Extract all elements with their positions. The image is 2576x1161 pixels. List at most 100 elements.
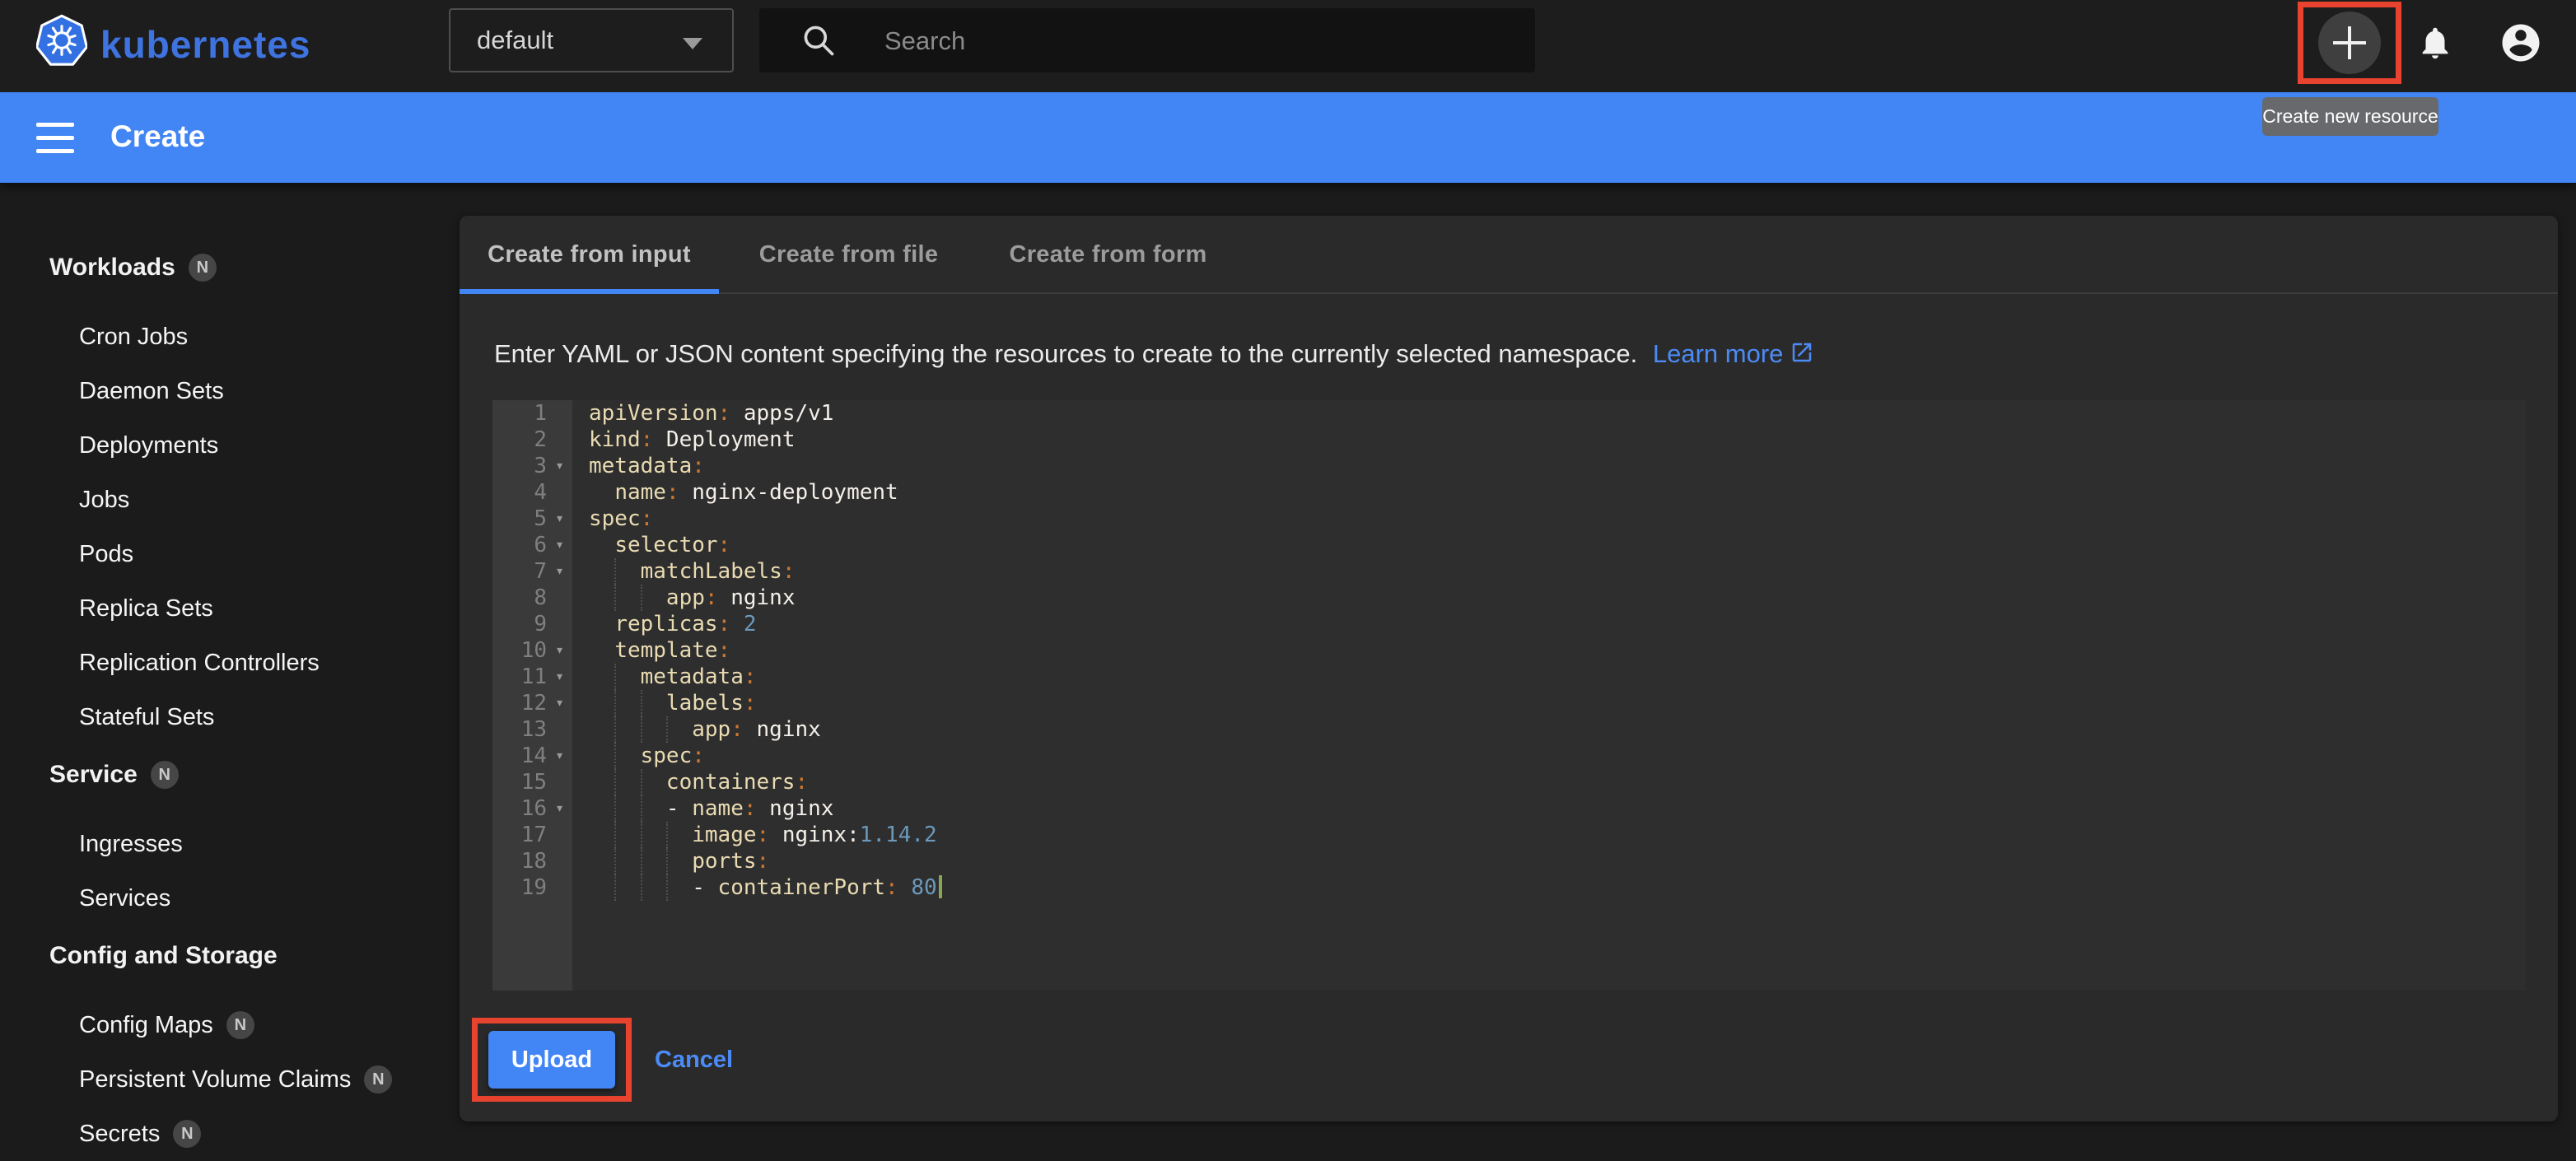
yaml-editor[interactable]: 1apiVersion: apps/v12kind: Deployment3▾m… bbox=[492, 400, 2526, 991]
upload-button[interactable]: Upload bbox=[488, 1031, 615, 1089]
token-key: spec bbox=[641, 744, 693, 768]
token-key: name bbox=[692, 796, 744, 821]
token-plain: nginx bbox=[718, 585, 796, 610]
token-colon: : bbox=[757, 849, 770, 874]
token-plain: - bbox=[692, 875, 717, 900]
cancel-button[interactable]: Cancel bbox=[655, 1047, 733, 1074]
sidebar-item-deployments[interactable]: Deployments bbox=[0, 418, 460, 473]
sidebar-item-label: Ingresses bbox=[79, 831, 183, 858]
account-circle-icon[interactable] bbox=[2499, 21, 2543, 65]
notifications-bell-icon[interactable] bbox=[2416, 24, 2454, 62]
sidebar-item-cron-jobs[interactable]: Cron Jobs bbox=[0, 310, 460, 364]
editor-line-19[interactable]: 19 - containerPort: 80 bbox=[492, 874, 2526, 901]
editor-line-16[interactable]: 16▾ - name: nginx bbox=[492, 795, 2526, 822]
token-key: app bbox=[666, 585, 705, 610]
token-key: image bbox=[692, 823, 756, 847]
editor-line-6[interactable]: 6▾ selector: bbox=[492, 532, 2526, 558]
sidebar-item-config-maps[interactable]: Config MapsN bbox=[0, 998, 460, 1052]
indent-guide bbox=[641, 795, 642, 822]
create-new-resource-button[interactable] bbox=[2318, 12, 2381, 74]
search-bar[interactable] bbox=[759, 8, 1535, 72]
fold-chevron-down-icon[interactable]: ▾ bbox=[547, 743, 572, 769]
namespace-selector[interactable]: default bbox=[449, 8, 734, 72]
editor-line-15[interactable]: 15 containers: bbox=[492, 769, 2526, 795]
line-number: 17 bbox=[492, 822, 547, 848]
sidebar-item-label: Cron Jobs bbox=[79, 324, 188, 351]
fold-chevron-down-icon[interactable]: ▾ bbox=[547, 506, 572, 532]
editor-line-4[interactable]: 4 name: nginx-deployment bbox=[492, 479, 2526, 506]
sidebar-item-jobs[interactable]: Jobs bbox=[0, 473, 460, 527]
editor-line-1[interactable]: 1apiVersion: apps/v1 bbox=[492, 400, 2526, 427]
sidebar-item-replication-controllers[interactable]: Replication Controllers bbox=[0, 636, 460, 690]
line-number: 19 bbox=[492, 874, 547, 901]
editor-line-13[interactable]: 13 app: nginx bbox=[492, 716, 2526, 743]
tab-create-from-input[interactable]: Create from input bbox=[460, 216, 719, 292]
sidebar-item-label: Secrets bbox=[79, 1121, 160, 1148]
token-plain: apps/v1 bbox=[730, 401, 833, 426]
editor-line-7[interactable]: 7▾ matchLabels: bbox=[492, 558, 2526, 585]
code-content: - name: nginx bbox=[572, 795, 833, 822]
tab-create-from-form[interactable]: Create from form bbox=[978, 216, 1238, 292]
indent-guide bbox=[614, 874, 616, 901]
editor-line-11[interactable]: 11▾ metadata: bbox=[492, 664, 2526, 690]
sidebar-item-replica-sets[interactable]: Replica Sets bbox=[0, 581, 460, 636]
editor-line-5[interactable]: 5▾spec: bbox=[492, 506, 2526, 532]
hamburger-menu-icon[interactable] bbox=[36, 123, 74, 153]
sidebar-item-persistent-volume-claims[interactable]: Persistent Volume ClaimsN bbox=[0, 1052, 460, 1107]
namespaced-badge: N bbox=[364, 1065, 392, 1093]
indent-guide bbox=[641, 716, 642, 743]
indent-guide bbox=[614, 558, 616, 585]
fold-chevron-down-icon[interactable]: ▾ bbox=[547, 558, 572, 585]
line-number: 1 bbox=[492, 400, 547, 427]
token-colon: : bbox=[757, 823, 770, 847]
editor-line-3[interactable]: 3▾metadata: bbox=[492, 453, 2526, 479]
fold-chevron-down-icon[interactable]: ▾ bbox=[547, 664, 572, 690]
fold-spacer bbox=[547, 611, 572, 637]
open-in-new-icon bbox=[1790, 340, 1814, 365]
token-plain: Deployment bbox=[653, 427, 795, 452]
editor-line-8[interactable]: 8 app: nginx bbox=[492, 585, 2526, 611]
token-colon: : bbox=[718, 638, 731, 663]
fold-chevron-down-icon[interactable]: ▾ bbox=[547, 690, 572, 716]
sidebar-item-daemon-sets[interactable]: Daemon Sets bbox=[0, 364, 460, 418]
editor-line-14[interactable]: 14▾ spec: bbox=[492, 743, 2526, 769]
search-input[interactable] bbox=[883, 8, 1512, 74]
sidebar-item-services[interactable]: Services bbox=[0, 871, 460, 926]
tab-create-from-file[interactable]: Create from file bbox=[719, 216, 978, 292]
indent-guide bbox=[614, 822, 616, 848]
sidebar-item-stateful-sets[interactable]: Stateful Sets bbox=[0, 690, 460, 744]
line-number: 8 bbox=[492, 585, 547, 611]
editor-line-2[interactable]: 2kind: Deployment bbox=[492, 427, 2526, 453]
fold-chevron-down-icon[interactable]: ▾ bbox=[547, 453, 572, 479]
fold-chevron-down-icon[interactable]: ▾ bbox=[547, 532, 572, 558]
learn-more-link[interactable]: Learn more bbox=[1653, 339, 1784, 368]
brand-title[interactable]: kubernetes bbox=[100, 0, 310, 92]
active-tab-indicator bbox=[460, 289, 719, 294]
sidebar-item-label: Deployments bbox=[79, 432, 218, 459]
sidebar-section-workloads[interactable]: WorkloadsN bbox=[49, 247, 460, 288]
token-colon: : bbox=[692, 454, 705, 478]
editor-line-18[interactable]: 18 ports: bbox=[492, 848, 2526, 874]
token-key: name bbox=[614, 480, 666, 505]
kubernetes-logo-icon[interactable] bbox=[36, 13, 87, 68]
editor-line-12[interactable]: 12▾ labels: bbox=[492, 690, 2526, 716]
editor-line-10[interactable]: 10▾ template: bbox=[492, 637, 2526, 664]
sidebar-nav: WorkloadsN Cron Jobs Daemon Sets Deployment… bbox=[0, 183, 460, 1149]
editor-line-17[interactable]: 17 image: nginx:1.14.2 bbox=[492, 822, 2526, 848]
sidebar-item-ingresses[interactable]: Ingresses bbox=[0, 817, 460, 871]
line-number: 6 bbox=[492, 532, 547, 558]
fold-chevron-down-icon[interactable]: ▾ bbox=[547, 795, 572, 822]
token-plain bbox=[730, 612, 744, 636]
annotation-box-create bbox=[2298, 2, 2401, 84]
editor-line-9[interactable]: 9 replicas: 2 bbox=[492, 611, 2526, 637]
sidebar-item-pods[interactable]: Pods bbox=[0, 527, 460, 581]
sidebar-section-config-and-storage[interactable]: Config and Storage bbox=[49, 935, 460, 977]
fold-chevron-down-icon[interactable]: ▾ bbox=[547, 637, 572, 664]
code-content: replicas: 2 bbox=[572, 611, 757, 637]
sidebar-section-service[interactable]: ServiceN bbox=[49, 754, 460, 795]
token-key: metadata bbox=[589, 454, 692, 478]
token-key: selector bbox=[614, 533, 717, 557]
sidebar-item-secrets[interactable]: SecretsN bbox=[0, 1107, 460, 1161]
token-plain: nginx-deployment bbox=[679, 480, 898, 505]
sidebar-item-label: Services bbox=[79, 885, 170, 912]
